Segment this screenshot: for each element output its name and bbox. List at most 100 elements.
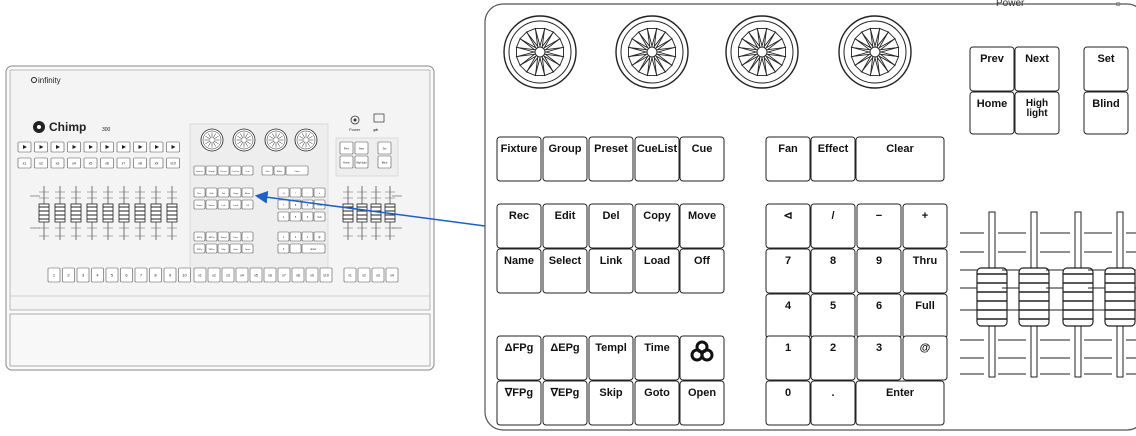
- numpad-key-2[interactable]: 9: [856, 248, 902, 294]
- numpad-key-0[interactable]: 4: [765, 293, 811, 339]
- encoder-wheel[interactable]: [503, 15, 577, 89]
- numpad-key-1[interactable]: /: [810, 203, 856, 249]
- prev-key[interactable]: Prev: [969, 46, 1015, 92]
- numpad-key-0[interactable]: 0: [765, 380, 811, 426]
- key-label: 2: [830, 342, 836, 354]
- function-key-fpg[interactable]: ∇FPg: [496, 380, 542, 426]
- key-label: Cue: [692, 143, 713, 155]
- key-label: Edit: [555, 210, 576, 222]
- function-key-fixture[interactable]: Fixture: [496, 136, 542, 182]
- function-key-move[interactable]: Move: [679, 203, 725, 249]
- key-label: Full: [915, 300, 935, 312]
- function-key-off[interactable]: Off: [679, 248, 725, 294]
- numpad-key-1[interactable]: 8: [810, 248, 856, 294]
- numpad-key-3[interactable]: @: [902, 335, 948, 381]
- key-label: Fixture: [501, 143, 538, 155]
- key-label: 7: [785, 255, 791, 267]
- blind-key[interactable]: Blind: [1083, 91, 1129, 135]
- function-key-skip[interactable]: Skip: [588, 380, 634, 426]
- numpad-key-3[interactable]: Thru: [902, 248, 948, 294]
- function-key-rec[interactable]: Rec: [496, 203, 542, 249]
- key-label: ΔFPg: [505, 342, 534, 354]
- key-label: Templ: [595, 342, 627, 354]
- numpad-key-dot[interactable]: .: [810, 380, 856, 426]
- key-label: Load: [644, 255, 670, 267]
- svg-text:○: ○: [1115, 0, 1121, 10]
- key-label: CueList: [637, 143, 678, 155]
- function-key-load[interactable]: Load: [634, 248, 680, 294]
- key-label: /: [831, 210, 834, 222]
- function-key-goto[interactable]: Goto: [634, 380, 680, 426]
- function-key-open[interactable]: Open: [679, 380, 725, 426]
- numpad-key-0[interactable]: ⊲: [765, 203, 811, 249]
- key-label: ∇FPg: [504, 387, 533, 399]
- numpad-key-2[interactable]: 6: [856, 293, 902, 339]
- top-right-label: Power: [996, 0, 1025, 9]
- key-label: Next: [1025, 53, 1049, 65]
- key-label: @: [920, 342, 931, 354]
- home-key[interactable]: Home: [969, 91, 1015, 135]
- function-key-cue[interactable]: Cue: [679, 136, 725, 182]
- function-key-select[interactable]: Select: [542, 248, 588, 294]
- encoder-wheel[interactable]: [725, 15, 799, 89]
- effect-key[interactable]: Effect: [810, 136, 856, 182]
- key-label: 3: [876, 342, 882, 354]
- key-label: Fan: [778, 143, 798, 155]
- key-label: ∇EPg: [550, 387, 580, 399]
- function-key-copy[interactable]: Copy: [634, 203, 680, 249]
- function-key-logo[interactable]: [679, 335, 725, 381]
- key-label: .: [831, 387, 834, 399]
- fan-key[interactable]: Fan: [765, 136, 811, 182]
- function-keys: Fixture Group Preset CueList Cue Rec Edit Del Co…: [496, 136, 725, 426]
- key-label: +: [922, 210, 928, 222]
- function-key-cuelist[interactable]: CueList: [634, 136, 680, 182]
- key-label: 8: [830, 255, 836, 267]
- function-key-epg[interactable]: ΔEPg: [542, 335, 588, 381]
- numpad-key-1[interactable]: 5: [810, 293, 856, 339]
- function-key-group[interactable]: Group: [542, 136, 588, 182]
- highlight-key[interactable]: Highlight: [1014, 91, 1060, 135]
- key-label: Name: [504, 255, 534, 267]
- function-key-link[interactable]: Link: [588, 248, 634, 294]
- key-label: Prev: [980, 53, 1005, 65]
- key-label: Del: [602, 210, 619, 222]
- numpad-key-2[interactable]: −: [856, 203, 902, 249]
- function-key-templ[interactable]: Templ: [588, 335, 634, 381]
- key-label: Select: [549, 255, 582, 267]
- encoder-wheel[interactable]: [615, 15, 689, 89]
- key-label: Link: [600, 255, 623, 267]
- function-key-time[interactable]: Time: [634, 335, 680, 381]
- function-key-name[interactable]: Name: [496, 248, 542, 294]
- numpad-key-2[interactable]: 3: [856, 335, 902, 381]
- key-label: Blind: [1092, 98, 1120, 110]
- function-key-fpg[interactable]: ΔFPg: [496, 335, 542, 381]
- key-label: Set: [1097, 53, 1114, 65]
- key-label: Preset: [594, 143, 628, 155]
- key-label: 1: [785, 342, 791, 354]
- numpad-key-0[interactable]: 7: [765, 248, 811, 294]
- function-key-epg[interactable]: ∇EPg: [542, 380, 588, 426]
- numpad-keys: Fan Effect Clear ⊲ / − +7 8 9 Thru 4 5 6 Full 1 2 3 @0. En…: [765, 136, 948, 426]
- encoder-wheel[interactable]: [838, 15, 912, 89]
- numpad-key-0[interactable]: 1: [765, 335, 811, 381]
- key-label: Rec: [509, 210, 529, 222]
- key-label: ΔEPg: [550, 342, 579, 354]
- next-key[interactable]: Next: [1014, 46, 1060, 92]
- key-label: 9: [876, 255, 882, 267]
- set-key[interactable]: Set: [1083, 46, 1129, 92]
- clear-key[interactable]: Clear: [855, 136, 945, 182]
- numpad-key-3[interactable]: +: [902, 203, 948, 249]
- numpad-key-3[interactable]: Full: [902, 293, 948, 339]
- nav-keys: Prev Next Set Home Highlight Blind: [969, 46, 1129, 135]
- key-label: 5: [830, 300, 836, 312]
- key-label: ⊲: [783, 210, 792, 222]
- enter-key[interactable]: Enter: [855, 380, 945, 426]
- key-label: Home: [977, 98, 1008, 110]
- numpad-key-1[interactable]: 2: [810, 335, 856, 381]
- function-key-preset[interactable]: Preset: [588, 136, 634, 182]
- function-key-edit[interactable]: Edit: [542, 203, 588, 249]
- key-label: −: [876, 210, 882, 222]
- function-key-del[interactable]: Del: [588, 203, 634, 249]
- key-label: Goto: [644, 387, 670, 399]
- key-label: light: [1026, 108, 1048, 119]
